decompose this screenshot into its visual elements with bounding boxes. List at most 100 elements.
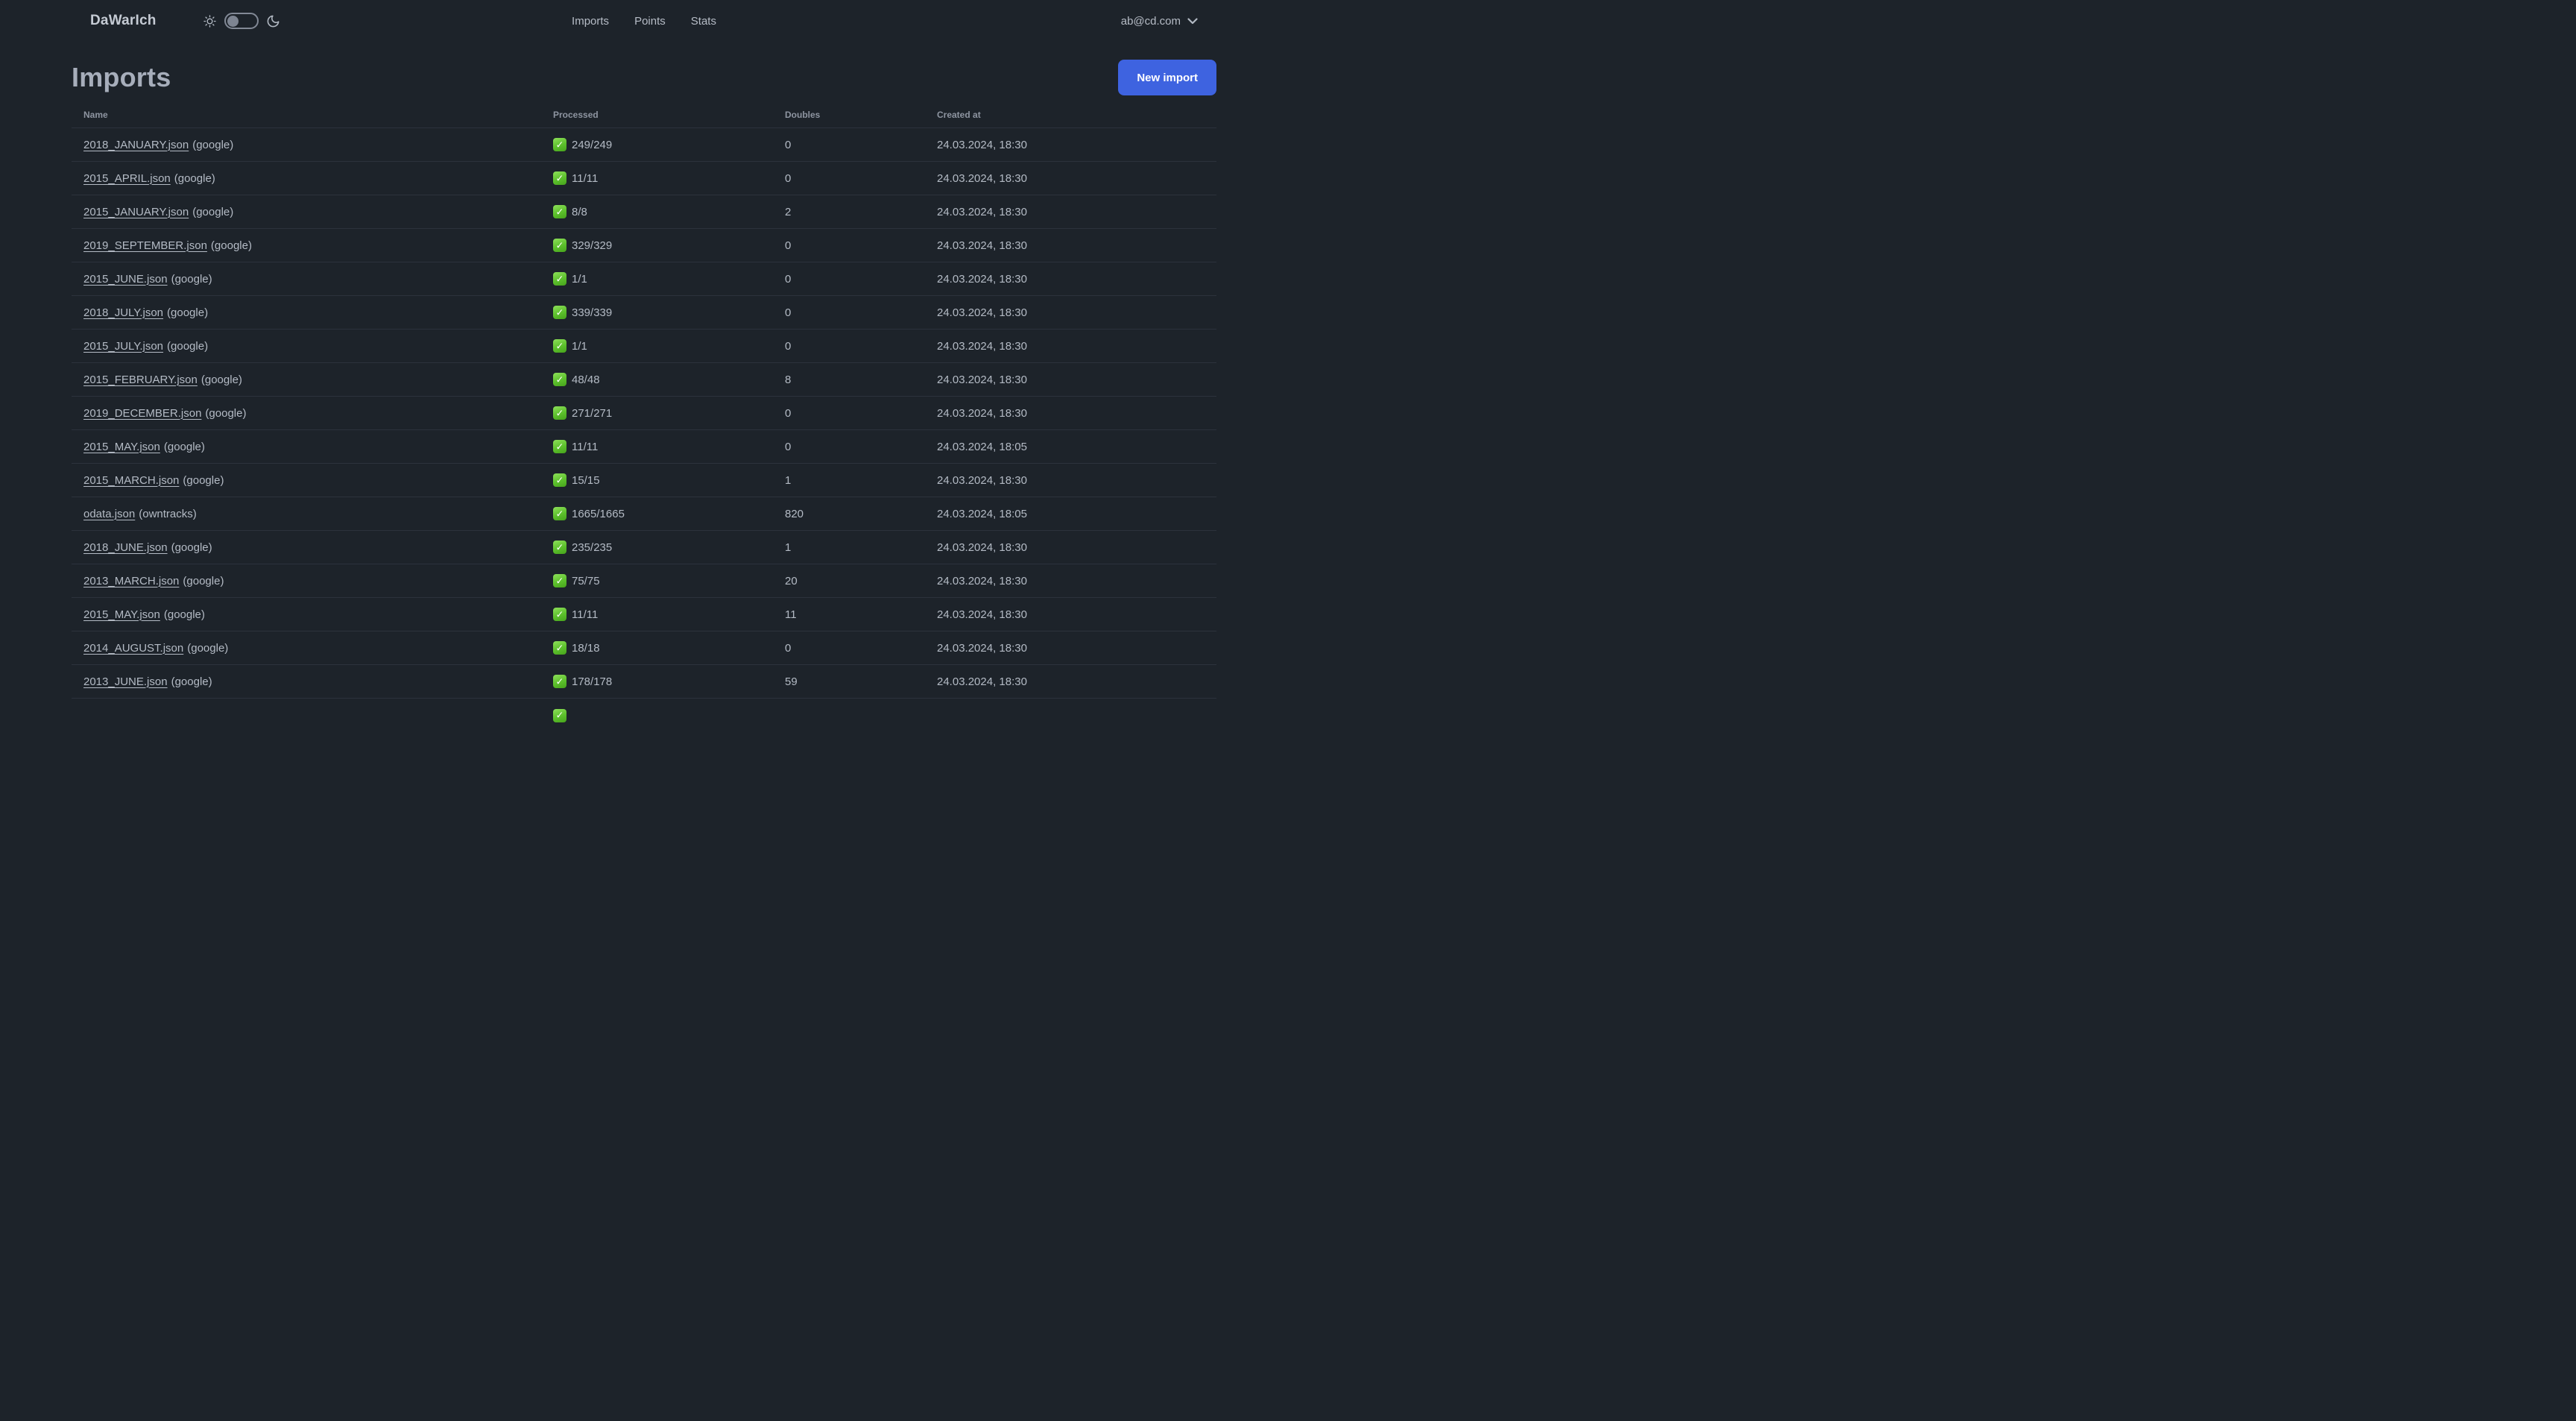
account-menu[interactable]: ab@cd.com xyxy=(1121,15,1198,28)
table-row: 2019_DECEMBER.json (google) ✓ 271/271 0 2… xyxy=(72,397,1216,430)
import-file-link[interactable]: 2014_AUGUST.json xyxy=(83,642,183,655)
created-at: 24.03.2024, 18:30 xyxy=(937,641,1027,655)
success-check-icon: ✓ xyxy=(553,272,566,286)
theme-toggle xyxy=(203,13,280,29)
created-at: 24.03.2024, 18:30 xyxy=(937,373,1027,386)
moon-icon xyxy=(267,15,279,27)
nav-imports[interactable]: Imports xyxy=(572,15,609,28)
created-at: 24.03.2024, 18:30 xyxy=(937,574,1027,587)
imports-table: Name Processed Doubles Created at 2018_J… xyxy=(72,101,1216,732)
processed-cell: ✓ 1/1 xyxy=(541,272,773,286)
created-at: 24.03.2024, 18:30 xyxy=(937,406,1027,420)
processed-count: 11/11 xyxy=(572,608,599,621)
processed-cell: ✓ 339/339 xyxy=(541,306,773,319)
name-cell: 2015_MAY.json (google) xyxy=(72,441,541,453)
processed-cell: ✓ 8/8 xyxy=(541,205,773,218)
processed-cell: ✓ 11/11 xyxy=(541,608,773,621)
processed-cell: ✓ 18/18 xyxy=(541,641,773,655)
doubles-count: 0 xyxy=(785,440,792,453)
created-at: 24.03.2024, 18:05 xyxy=(937,440,1027,453)
import-file-link[interactable]: 2019_SEPTEMBER.json xyxy=(83,239,207,252)
name-cell: 2015_JANUARY.json (google) xyxy=(72,206,541,218)
import-file-link[interactable]: 2019_DECEMBER.json xyxy=(83,407,201,420)
import-source: (google) xyxy=(210,239,252,252)
created-at: 24.03.2024, 18:30 xyxy=(937,239,1027,252)
import-file-link[interactable]: 2015_JUNE.json xyxy=(83,273,168,286)
import-source: (google) xyxy=(171,272,212,286)
doubles-count: 0 xyxy=(785,138,792,151)
created-at: 24.03.2024, 18:30 xyxy=(937,675,1027,688)
import-file-link[interactable]: odata.json xyxy=(83,508,135,520)
processed-count: 178/178 xyxy=(572,675,613,688)
import-file-link[interactable]: 2015_FEBRUARY.json xyxy=(83,374,198,386)
success-check-icon: ✓ xyxy=(553,373,566,386)
created-at: 24.03.2024, 18:05 xyxy=(937,507,1027,520)
nav-stats[interactable]: Stats xyxy=(691,15,716,28)
processed-cell: ✓ 1665/1665 xyxy=(541,507,773,520)
imports-page: Imports New import Name Processed Double… xyxy=(72,60,1216,732)
doubles-count: 0 xyxy=(785,306,792,319)
processed-cell: ✓ 75/75 xyxy=(541,574,773,587)
import-file-link[interactable]: 2015_JANUARY.json xyxy=(83,206,189,218)
doubles-count: 59 xyxy=(785,675,798,688)
processed-cell: ✓ 271/271 xyxy=(541,406,773,420)
success-check-icon: ✓ xyxy=(553,205,566,218)
import-source: (google) xyxy=(201,373,242,386)
processed-count: 235/235 xyxy=(572,541,613,554)
doubles-count: 1 xyxy=(785,541,792,554)
processed-count: 339/339 xyxy=(572,306,613,319)
created-at: 24.03.2024, 18:30 xyxy=(937,339,1027,353)
created-at: 24.03.2024, 18:30 xyxy=(937,171,1027,185)
theme-toggle-switch[interactable] xyxy=(224,13,259,29)
app-logo[interactable]: DaWarIch xyxy=(90,13,157,29)
table-row: 2015_JULY.json (google) ✓ 1/1 0 24.03.202… xyxy=(72,330,1216,363)
import-file-link[interactable]: 2018_JULY.json xyxy=(83,306,163,319)
doubles-count: 820 xyxy=(785,507,804,520)
processed-count: 249/249 xyxy=(572,138,613,151)
name-cell: 2015_MAY.json (google) xyxy=(72,608,541,621)
import-file-link[interactable]: 2015_MAY.json xyxy=(83,608,160,621)
table-row: 2019_SEPTEMBER.json (google) ✓ 329/329 0 … xyxy=(72,229,1216,262)
import-file-link[interactable]: 2018_JANUARY.json xyxy=(83,139,189,151)
doubles-count: 0 xyxy=(785,171,792,185)
table-header-row: Name Processed Doubles Created at xyxy=(72,101,1216,128)
table-row: 2018_JUNE.json (google) ✓ 235/235 1 24.03… xyxy=(72,531,1216,564)
import-file-link[interactable]: 2015_JULY.json xyxy=(83,340,163,353)
name-cell: 2013_JUNE.json (google) xyxy=(72,675,541,688)
created-at: 24.03.2024, 18:30 xyxy=(937,541,1027,554)
doubles-count: 0 xyxy=(785,339,792,353)
doubles-count: 1 xyxy=(785,473,792,487)
import-source: (google) xyxy=(171,541,212,554)
column-header-name: Name xyxy=(83,109,108,120)
created-at: 24.03.2024, 18:30 xyxy=(937,272,1027,286)
new-import-button[interactable]: New import xyxy=(1118,60,1216,95)
import-file-link[interactable]: 2013_JUNE.json xyxy=(83,675,168,688)
table-row: 2015_JUNE.json (google) ✓ 1/1 0 24.03.202… xyxy=(72,262,1216,296)
doubles-count: 0 xyxy=(785,272,792,286)
doubles-count: 20 xyxy=(785,574,798,587)
processed-count: 15/15 xyxy=(572,473,600,487)
success-check-icon: ✓ xyxy=(553,641,566,655)
table-row: 2015_MARCH.json (google) ✓ 15/15 1 24.03.… xyxy=(72,464,1216,497)
import-file-link[interactable]: 2015_APRIL.json xyxy=(83,172,171,185)
table-row: odata.json (owntracks) ✓ 1665/1665 820 24… xyxy=(72,497,1216,531)
table-row: 2015_MAY.json (google) ✓ 11/11 11 24.03.2… xyxy=(72,598,1216,631)
name-cell xyxy=(72,709,541,722)
import-file-link[interactable]: 2018_JUNE.json xyxy=(83,541,168,554)
import-file-link[interactable]: 2015_MARCH.json xyxy=(83,474,179,487)
table-row: 2018_JULY.json (google) ✓ 339/339 0 24.03… xyxy=(72,296,1216,330)
success-check-icon: ✓ xyxy=(553,473,566,487)
table-body: 2018_JANUARY.json (google) ✓ 249/249 0 24… xyxy=(72,128,1216,732)
nav-points[interactable]: Points xyxy=(634,15,666,28)
name-cell: 2014_AUGUST.json (google) xyxy=(72,642,541,655)
processed-count: 75/75 xyxy=(572,574,600,587)
name-cell: 2018_JULY.json (google) xyxy=(72,306,541,319)
import-source: (google) xyxy=(192,138,234,151)
page-title: Imports xyxy=(72,62,171,92)
success-check-icon: ✓ xyxy=(553,708,566,722)
import-source: (google) xyxy=(167,339,209,353)
success-check-icon: ✓ xyxy=(553,339,566,353)
import-file-link[interactable]: 2013_MARCH.json xyxy=(83,575,179,587)
import-file-link[interactable]: 2015_MAY.json xyxy=(83,441,160,453)
created-at: 24.03.2024, 18:30 xyxy=(937,205,1027,218)
